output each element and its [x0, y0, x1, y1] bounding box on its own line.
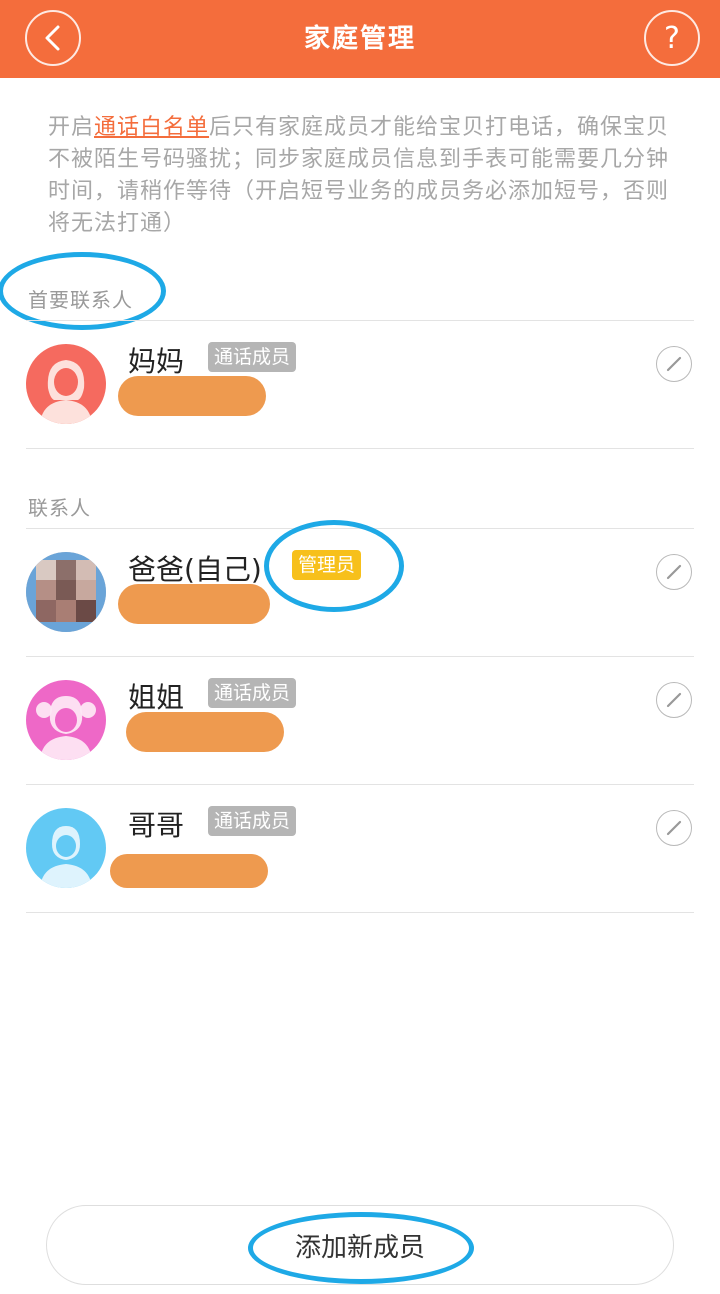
redacted-phone [126, 712, 284, 752]
pencil-icon [666, 820, 682, 836]
divider [26, 912, 694, 913]
pencil-icon [666, 692, 682, 708]
member-badge: 通话成员 [208, 806, 297, 836]
member-badge: 通话成员 [208, 342, 297, 372]
pencil-icon [666, 356, 682, 372]
mother-avatar-icon [26, 344, 106, 424]
member-row-mother[interactable]: 妈妈 通话成员 [0, 320, 720, 448]
notice-prefix: 开启 [48, 115, 95, 140]
member-row-sister[interactable]: 姐姐 通话成员 [0, 656, 720, 784]
member-name: 哥哥 [128, 809, 185, 842]
add-member-button[interactable]: 添加新成员 [46, 1205, 674, 1285]
page-title: 家庭管理 [303, 24, 416, 54]
edit-button[interactable] [656, 346, 692, 382]
redacted-phone [118, 376, 266, 416]
contacts-label: 联系人 [28, 496, 91, 520]
redacted-phone [118, 584, 270, 624]
sister-avatar-icon [26, 680, 106, 760]
member-row-brother[interactable]: 哥哥 通话成员 [0, 784, 720, 912]
brother-avatar-icon [26, 808, 106, 888]
member-name: 姐姐 [128, 681, 185, 714]
member-name: 妈妈 [128, 345, 185, 378]
app-header: 家庭管理 ? [0, 0, 720, 78]
help-button[interactable]: ? [644, 10, 700, 66]
member-badge: 通话成员 [208, 678, 297, 708]
member-row-father[interactable]: 爸爸(自己) 管理员 [0, 528, 720, 656]
divider [26, 448, 694, 449]
edit-button[interactable] [656, 554, 692, 590]
help-icon: ? [664, 20, 680, 56]
father-photo-avatar [26, 552, 106, 632]
edit-button[interactable] [656, 810, 692, 846]
primary-contact-label: 首要联系人 [28, 288, 133, 312]
member-name: 爸爸(自己) [128, 553, 262, 586]
whitelist-notice: 开启通话白名单后只有家庭成员才能给宝贝打电话，确保宝贝不被陌生号码骚扰；同步家庭… [48, 112, 678, 240]
whitelist-link[interactable]: 通话白名单 [94, 115, 209, 140]
admin-badge: 管理员 [292, 550, 362, 580]
pencil-icon [666, 564, 682, 580]
redacted-phone [110, 854, 268, 888]
add-member-label: 添加新成员 [294, 1232, 425, 1263]
edit-button[interactable] [656, 682, 692, 718]
